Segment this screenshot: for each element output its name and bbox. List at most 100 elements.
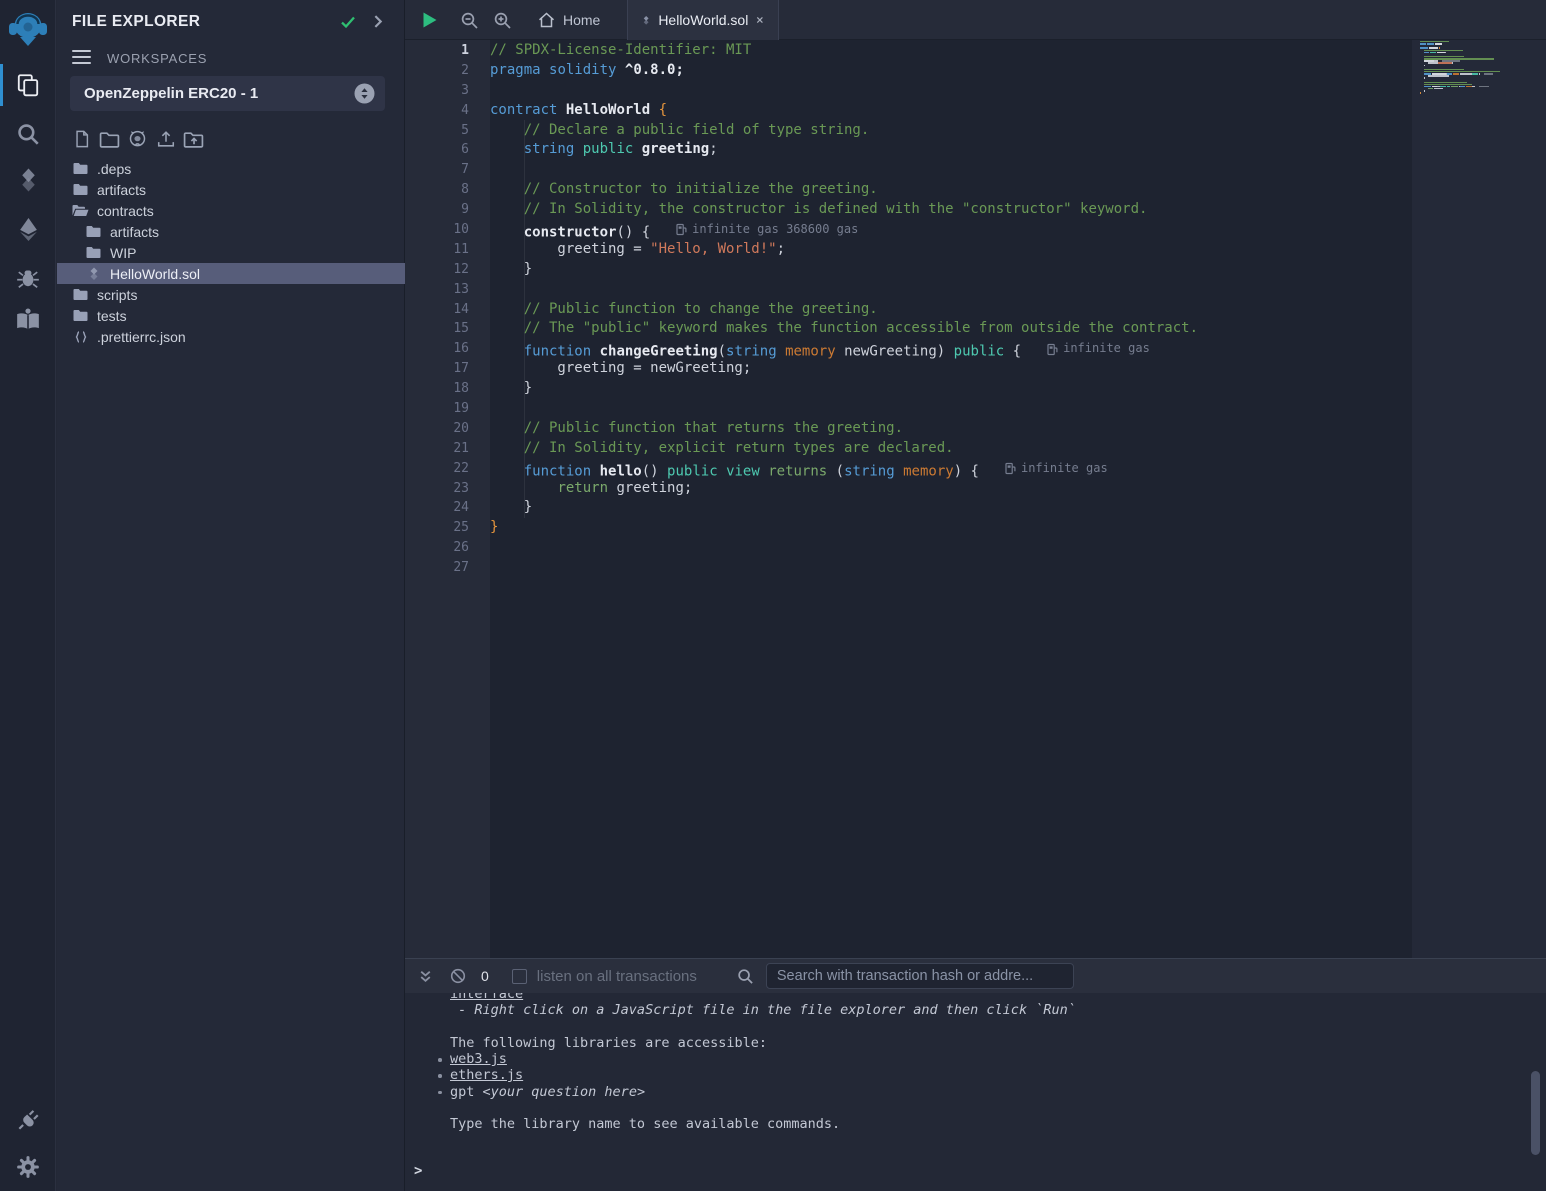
zoom-out-icon[interactable] bbox=[460, 0, 479, 40]
clear-console-icon[interactable] bbox=[450, 968, 466, 984]
file-tree-item-tests[interactable]: tests bbox=[57, 305, 405, 326]
code-line[interactable]: 20 // Public function that returns the g… bbox=[405, 419, 1412, 439]
code-line-content: greeting = newGreeting; bbox=[490, 359, 751, 379]
line-number: 3 bbox=[405, 81, 490, 101]
new-file-icon[interactable] bbox=[71, 128, 92, 150]
search-icon[interactable] bbox=[0, 121, 56, 147]
zoom-in-icon[interactable] bbox=[493, 0, 512, 40]
code-line[interactable]: 1// SPDX-License-Identifier: MIT bbox=[405, 41, 1412, 61]
folder-icon bbox=[85, 225, 102, 238]
minimap[interactable] bbox=[1412, 40, 1546, 958]
deploy-run-icon[interactable] bbox=[0, 216, 56, 243]
workspace-check-icon[interactable] bbox=[339, 13, 357, 36]
solidity-compiler-icon[interactable] bbox=[0, 167, 56, 193]
workspaces-label: WORKSPACES bbox=[107, 51, 207, 66]
file-tree-item-wip[interactable]: WIP bbox=[57, 242, 405, 263]
close-tab-icon[interactable] bbox=[756, 14, 764, 26]
tab-home[interactable]: Home bbox=[524, 0, 614, 40]
code-line[interactable]: 2pragma solidity ^0.8.0; bbox=[405, 61, 1412, 81]
code-line[interactable]: 17 greeting = newGreeting; bbox=[405, 359, 1412, 379]
folder-icon bbox=[72, 309, 89, 322]
terminal-scrollbar[interactable] bbox=[1531, 1071, 1540, 1155]
code-line[interactable]: 13 bbox=[405, 280, 1412, 300]
code-line[interactable]: 21 // In Solidity, explicit return types… bbox=[405, 439, 1412, 459]
line-number: 24 bbox=[405, 498, 490, 518]
collapse-terminal-icon[interactable] bbox=[418, 969, 433, 984]
code-editor[interactable]: 1// SPDX-License-Identifier: MIT2pragma … bbox=[405, 40, 1412, 958]
code-line-content: } bbox=[490, 518, 498, 538]
folder-icon bbox=[72, 183, 89, 196]
code-line[interactable]: 12 } bbox=[405, 260, 1412, 280]
code-line[interactable]: 15 // The "public" keyword makes the fun… bbox=[405, 319, 1412, 339]
upload-folder-icon[interactable] bbox=[183, 128, 204, 150]
code-line[interactable]: 5 // Declare a public field of type stri… bbox=[405, 121, 1412, 141]
file-tree-item-artifacts[interactable]: artifacts bbox=[57, 221, 405, 242]
settings-gear-icon[interactable] bbox=[0, 1154, 56, 1180]
code-line[interactable]: 22 function hello() public view returns … bbox=[405, 459, 1412, 479]
line-number: 12 bbox=[405, 260, 490, 280]
file-tree-item-scripts[interactable]: scripts bbox=[57, 284, 405, 305]
code-line[interactable]: 27 bbox=[405, 558, 1412, 578]
file-tree-label: HelloWorld.sol bbox=[110, 266, 200, 282]
file-tree-item-helloworld-sol[interactable]: HelloWorld.sol bbox=[57, 263, 405, 284]
plugin-manager-icon[interactable] bbox=[0, 1106, 56, 1132]
file-tree-item-artifacts[interactable]: artifacts bbox=[57, 179, 405, 200]
code-line[interactable]: 6 string public greeting; bbox=[405, 140, 1412, 160]
code-line[interactable]: 7 bbox=[405, 160, 1412, 180]
file-tree-item--deps[interactable]: .deps bbox=[57, 158, 405, 179]
line-number: 26 bbox=[405, 538, 490, 558]
code-line-content: string public greeting; bbox=[490, 140, 718, 160]
line-number: 7 bbox=[405, 160, 490, 180]
file-tree-label: artifacts bbox=[97, 182, 146, 198]
gas-estimate-badge: infinite gas bbox=[1005, 459, 1108, 479]
panel-title: FILE EXPLORER bbox=[72, 13, 200, 31]
code-line[interactable]: 4contract HelloWorld { bbox=[405, 101, 1412, 121]
debugger-icon[interactable] bbox=[0, 264, 56, 290]
solidity-file-icon bbox=[642, 13, 650, 28]
code-line[interactable]: 10 constructor() {infinite gas 368600 ga… bbox=[405, 220, 1412, 240]
code-line[interactable]: 19 bbox=[405, 399, 1412, 419]
panel-chevron-right-icon[interactable] bbox=[370, 14, 385, 34]
code-line[interactable]: 16 function changeGreeting(string memory… bbox=[405, 339, 1412, 359]
listen-transactions-checkbox[interactable] bbox=[512, 969, 527, 984]
code-line-content: function changeGreeting(string memory ne… bbox=[490, 339, 1150, 359]
terminal-line: The following libraries are accessible: bbox=[450, 1035, 1546, 1051]
line-number: 11 bbox=[405, 240, 490, 260]
line-number: 5 bbox=[405, 121, 490, 141]
line-number: 2 bbox=[405, 61, 490, 81]
code-line-content: constructor() {infinite gas 368600 gas bbox=[490, 220, 858, 240]
terminal-link-web3-js[interactable]: web3.js bbox=[450, 1051, 507, 1067]
code-line-content: // Declare a public field of type string… bbox=[490, 121, 869, 141]
code-line[interactable]: 23 return greeting; bbox=[405, 479, 1412, 499]
run-script-button[interactable] bbox=[422, 0, 438, 40]
code-line[interactable]: 24 } bbox=[405, 498, 1412, 518]
code-line[interactable]: 25} bbox=[405, 518, 1412, 538]
gas-estimate-badge: infinite gas bbox=[1047, 339, 1150, 359]
file-tree-item--prettierrc-json[interactable]: .prettierrc.json bbox=[57, 326, 405, 347]
file-explorer-panel: FILE EXPLORER WORKSPACES OpenZeppelin ER… bbox=[57, 0, 405, 1191]
terminal-search-input[interactable] bbox=[766, 963, 1074, 989]
file-tree-label: scripts bbox=[97, 287, 137, 303]
terminal-prompt[interactable]: > bbox=[414, 1163, 422, 1179]
upload-file-icon[interactable] bbox=[155, 128, 176, 150]
new-folder-icon[interactable] bbox=[99, 128, 120, 150]
tab-helloworld-sol[interactable]: HelloWorld.sol bbox=[627, 0, 779, 40]
code-line[interactable]: 18 } bbox=[405, 379, 1412, 399]
file-tree-item-contracts[interactable]: contracts bbox=[57, 200, 405, 221]
workspace-select[interactable]: OpenZeppelin ERC20 - 1 bbox=[70, 76, 385, 111]
folder-icon bbox=[85, 246, 102, 259]
file-tree-label: contracts bbox=[97, 203, 154, 219]
code-line[interactable]: 8 // Constructor to initialize the greet… bbox=[405, 180, 1412, 200]
file-explorer-icon[interactable] bbox=[0, 72, 56, 98]
code-line[interactable]: 3 bbox=[405, 81, 1412, 101]
remix-logo-icon[interactable] bbox=[0, 8, 56, 50]
workspaces-menu-icon[interactable] bbox=[72, 50, 91, 67]
code-line[interactable]: 26 bbox=[405, 538, 1412, 558]
clone-github-icon[interactable] bbox=[127, 128, 148, 150]
code-line[interactable]: 11 greeting = "Hello, World!"; bbox=[405, 240, 1412, 260]
terminal-output[interactable]: interface - Right click on a JavaScript … bbox=[405, 993, 1546, 1190]
code-line[interactable]: 14 // Public function to change the gree… bbox=[405, 300, 1412, 320]
terminal-link-ethers-js[interactable]: ethers.js bbox=[450, 1067, 523, 1083]
learneth-icon[interactable] bbox=[0, 307, 56, 332]
code-line[interactable]: 9 // In Solidity, the constructor is def… bbox=[405, 200, 1412, 220]
